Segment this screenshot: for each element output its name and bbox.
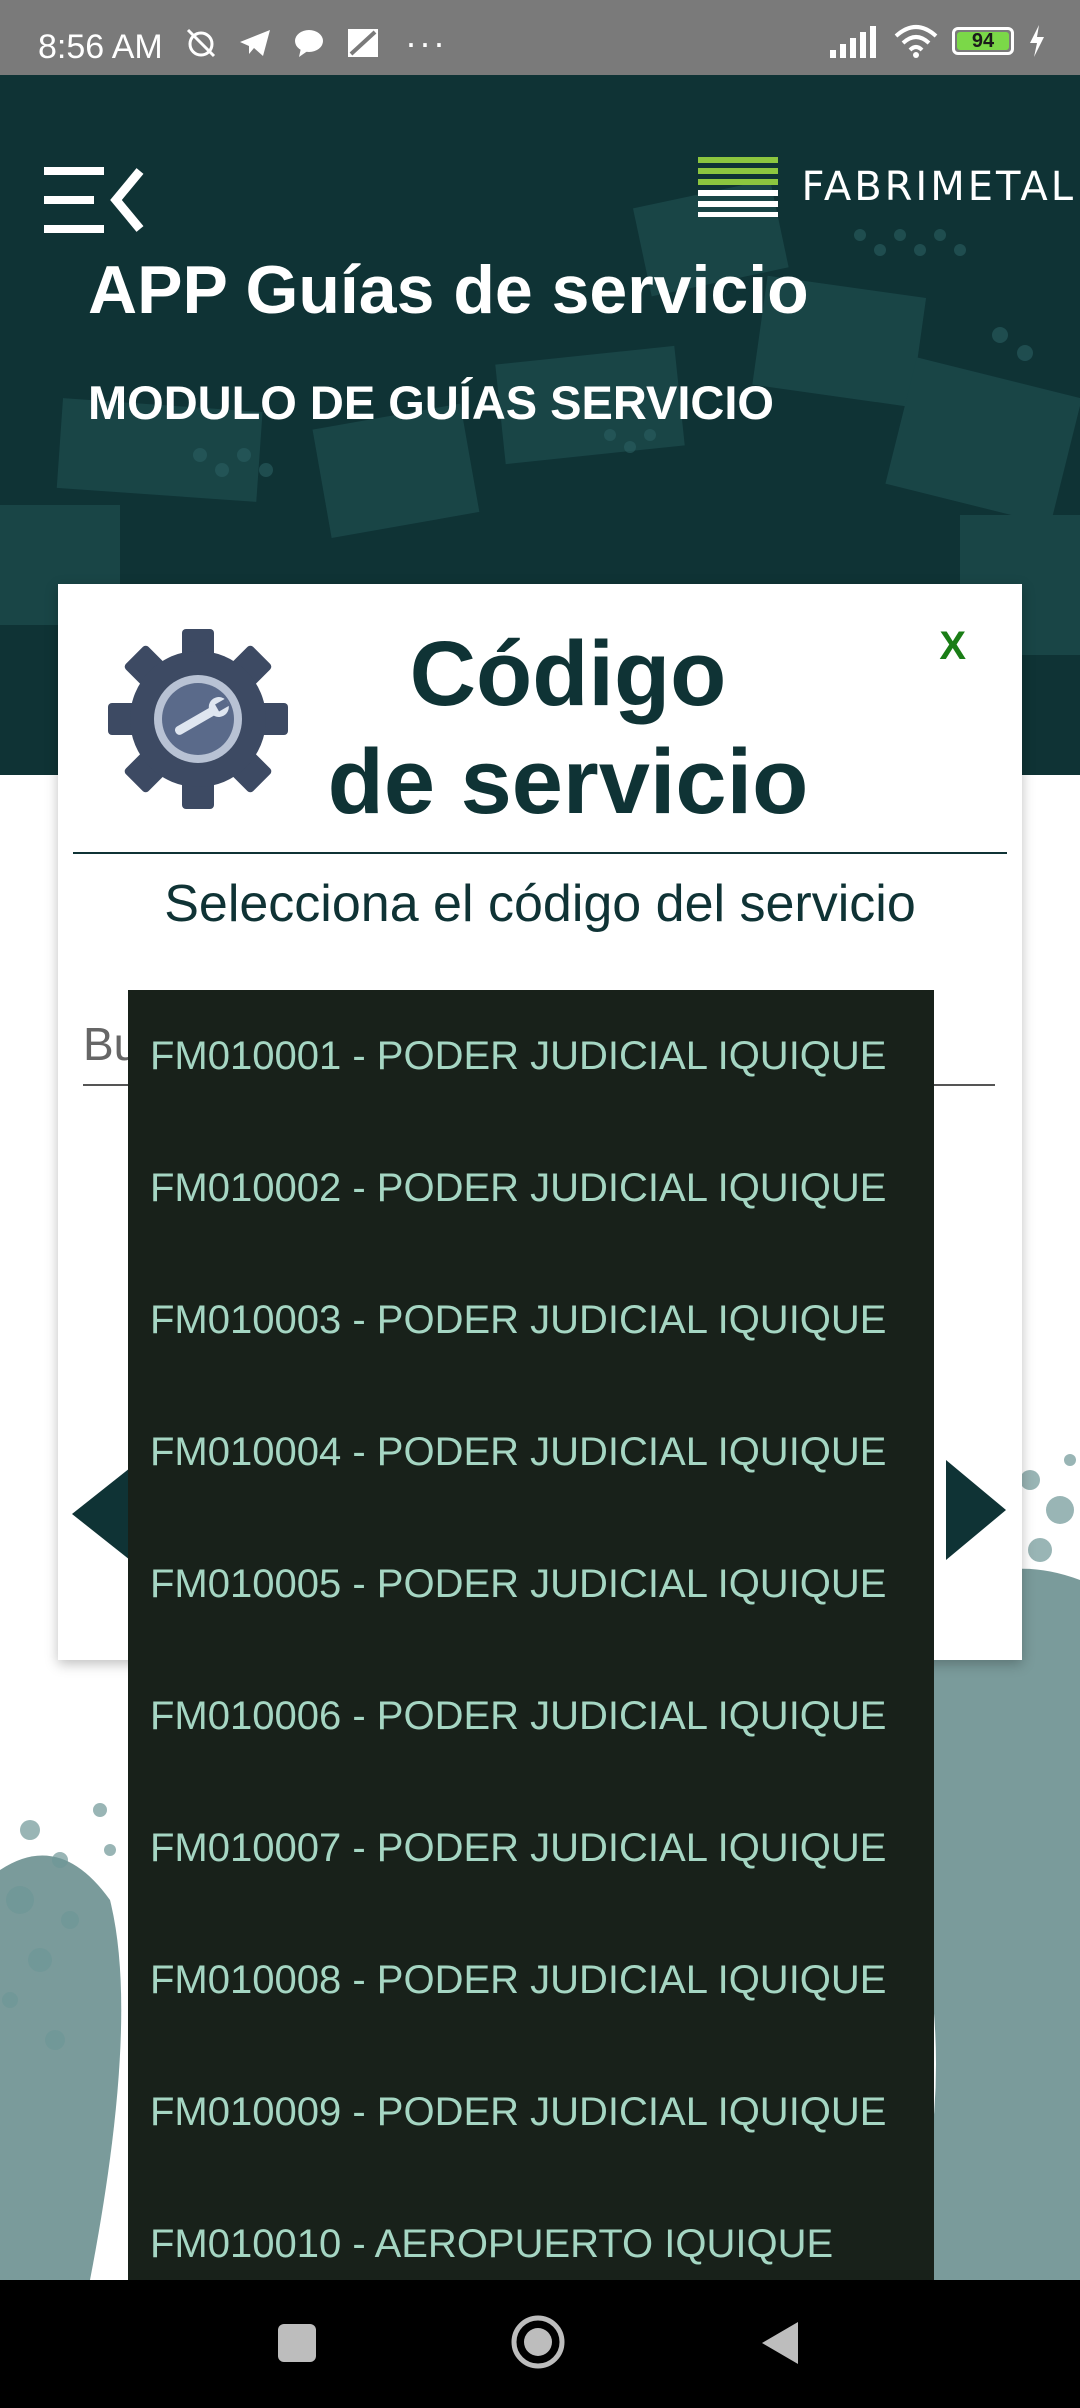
dropdown-option[interactable]: FM010008 - PODER JUDICIAL IQUIQUE [128,1914,934,2046]
page-title: APP Guías de servicio [88,252,809,328]
battery-icon: 94 [952,27,1014,55]
chat-bubble-icon [291,26,327,60]
modal-title-line2: de servicio [327,731,809,833]
back-button[interactable] [760,2320,800,2366]
modal-title-line1: Código [409,623,727,725]
service-code-dropdown[interactable]: FM010001 - PODER JUDICIAL IQUIQUE FM0100… [128,990,934,2280]
modal-instruction: Selecciona el código del servicio [164,875,916,933]
status-notification-icons [183,26,381,60]
modal-divider [73,852,1007,854]
dropdown-option[interactable]: FM010004 - PODER JUDICIAL IQUIQUE [128,1386,934,1518]
dropdown-option[interactable]: FM010006 - PODER JUDICIAL IQUIQUE [128,1650,934,1782]
dropdown-option[interactable]: FM010005 - PODER JUDICIAL IQUIQUE [128,1518,934,1650]
status-system-icons: 94 [828,24,1046,58]
next-arrow-button[interactable] [946,1460,1006,1560]
image-notification-icon [345,26,381,60]
dropdown-option[interactable]: FM010007 - PODER JUDICIAL IQUIQUE [128,1782,934,1914]
menu-collapse-icon[interactable] [44,165,144,235]
system-nav-bar [0,2280,1080,2408]
alarm-muted-icon [183,26,219,60]
more-notifications-icon: ··· [405,22,447,63]
fabrimetal-logo-icon [697,157,778,217]
gear-wrench-icon [108,629,288,809]
page-subtitle: MODULO DE GUÍAS SERVICIO [88,376,774,429]
telegram-icon [237,26,273,60]
brand: FABRIMETAL [697,157,1077,217]
dropdown-option[interactable]: FM010002 - PODER JUDICIAL IQUIQUE [128,1122,934,1254]
wifi-icon [894,25,938,58]
brand-name: FABRIMETAL [801,164,1076,210]
signal-icon [830,26,876,58]
previous-arrow-button[interactable] [72,1468,130,1560]
status-time: 8:56 AM [38,28,163,66]
close-button[interactable]: X [939,624,966,669]
dropdown-option[interactable]: FM010001 - PODER JUDICIAL IQUIQUE [128,990,934,1122]
dropdown-option[interactable]: FM010010 - AEROPUERTO IQUIQUE [128,2178,934,2280]
recent-apps-button[interactable] [278,2324,316,2362]
dropdown-option[interactable]: FM010009 - PODER JUDICIAL IQUIQUE [128,2046,934,2178]
charging-icon [1030,25,1044,57]
status-bar: 8:56 AM ··· 94 [0,0,1080,75]
home-button[interactable] [510,2314,566,2370]
battery-level: 94 [957,31,1009,51]
modal-title: Código de servicio [288,620,848,836]
dropdown-option[interactable]: FM010003 - PODER JUDICIAL IQUIQUE [128,1254,934,1386]
